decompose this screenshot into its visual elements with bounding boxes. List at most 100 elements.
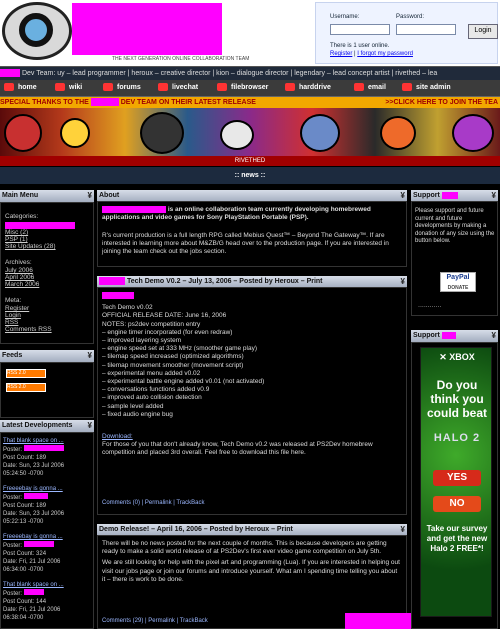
character-art xyxy=(452,114,494,152)
ad-yes-button[interactable]: YES xyxy=(433,470,481,486)
register-link[interactable]: Register xyxy=(330,51,352,57)
rss-feed-button[interactable]: RSS 2.0 xyxy=(6,369,46,378)
admin-icon xyxy=(402,83,412,92)
nav-livechat[interactable]: livechat xyxy=(158,82,198,94)
latest-link[interactable]: That blank space on ... xyxy=(3,437,93,445)
rss-feed-button[interactable]: RSS 2.0 xyxy=(6,383,46,392)
list-item: That blank space on ... Poster: Post Cou… xyxy=(3,581,93,622)
archive-link[interactable]: April 2006 xyxy=(5,274,34,281)
redacted-mark xyxy=(441,191,458,199)
category-link[interactable]: Site Updates (28) xyxy=(5,243,56,250)
post-footer-links[interactable]: Comments (29) | Permalink | TrackBack xyxy=(102,618,208,624)
nav-wiki[interactable]: wiki xyxy=(55,82,82,94)
meta-link[interactable]: Login xyxy=(5,312,21,319)
post-content: There will be no news posted for the nex… xyxy=(102,540,400,583)
password-label: Password: xyxy=(396,14,425,20)
support-header: Support ¥ xyxy=(411,330,498,342)
collapse-icon[interactable]: ¥ xyxy=(88,420,92,432)
halo-logo: HALO 2 xyxy=(433,432,481,444)
list-item: Freeeebay is gonna ... Poster: Post Coun… xyxy=(3,485,93,526)
ad-no-button[interactable]: NO xyxy=(433,496,481,512)
support-text: Please support and future current and fu… xyxy=(415,208,495,244)
dev-team-list: uy – lead programmer | heroux – creative… xyxy=(57,70,438,77)
collapse-icon[interactable]: ¥ xyxy=(492,330,496,342)
list-item: That blank space on ... Poster: Post Cou… xyxy=(3,437,93,478)
livechat-icon xyxy=(158,83,168,92)
latest-panel: That blank space on ... Poster: Post Cou… xyxy=(0,432,94,629)
main-menu-header: Main Menu ¥ xyxy=(0,190,94,202)
redacted-mark xyxy=(99,277,125,286)
character-art xyxy=(300,114,340,152)
harddrive-icon xyxy=(285,83,295,92)
feeds-header: Feeds ¥ xyxy=(0,350,94,362)
about-panel: is an online collaboration team currentl… xyxy=(97,201,407,267)
character-art xyxy=(4,114,42,152)
latest-link[interactable]: That blank space on ... xyxy=(3,581,93,589)
redacted-logo-banner xyxy=(72,3,222,55)
username-input[interactable] xyxy=(330,24,390,35)
latest-link[interactable]: Freeeebay is gonna ... xyxy=(3,533,93,541)
xbox-advertisement[interactable]: ✕ XBOX Do you think you could beat HALO … xyxy=(420,347,492,617)
collapse-icon[interactable]: ¥ xyxy=(88,190,92,202)
login-links: Register | I forgot my password xyxy=(330,51,413,57)
nav-site-admin[interactable]: site admin xyxy=(402,82,451,94)
post-content: Tech Demo v0.02 OFFICIAL RELEASE DATE: J… xyxy=(102,292,402,458)
archives-label: Archives: xyxy=(5,259,32,266)
main-menu-panel: Categories: Misc (2) PSP (1) Site Update… xyxy=(0,202,94,344)
filebrowser-icon xyxy=(217,83,227,92)
join-team-link[interactable]: >>CLICK HERE TO JOIN THE TEA xyxy=(385,97,498,108)
dev-team-label: Dev Team: xyxy=(21,70,56,77)
login-box: Username: Password: Login There is 1 use… xyxy=(315,2,498,64)
support-panel: Please support and future current and fu… xyxy=(411,201,498,316)
password-input[interactable] xyxy=(396,24,456,35)
latest-link[interactable]: Freeeebay is gonna ... xyxy=(3,485,93,493)
ad-question: Do you think you could beat xyxy=(426,378,487,420)
list-item: Freeeebay is gonna ... Poster: Post Coun… xyxy=(3,533,93,574)
category-link[interactable]: PSP (1) xyxy=(5,236,28,243)
banner-caption: RIVETHED xyxy=(0,156,500,166)
thanks-banner: SPECIAL THANKS TO THE DEV TEAM ON THEIR … xyxy=(0,97,500,108)
ad-panel: ✕ XBOX Do you think you could beat HALO … xyxy=(411,342,498,629)
nav-harddrive[interactable]: harddrive xyxy=(285,82,331,94)
paypal-donate-button[interactable]: PayPal DONATE xyxy=(440,272,476,292)
ad-call-to-action: Take our survey and get the new Halo 2 F… xyxy=(426,524,488,553)
meta-link[interactable]: Register xyxy=(5,305,29,312)
post-footer-links[interactable]: Comments (0) | Permalink | TrackBack xyxy=(102,500,204,506)
site-logo[interactable] xyxy=(2,2,72,60)
feeds-panel: RSS 2.0 RSS 2.0 xyxy=(0,362,94,418)
forums-icon xyxy=(103,83,113,92)
character-art xyxy=(220,120,254,150)
xbox-logo: ✕ XBOX xyxy=(439,352,475,362)
meta-link[interactable]: Comments RSS xyxy=(5,326,52,333)
latest-header: Latest Developments ¥ xyxy=(0,420,94,432)
archive-link[interactable]: March 2006 xyxy=(5,281,39,288)
post-paragraph: For those of you that don't already know… xyxy=(102,441,373,457)
nav-home[interactable]: home xyxy=(4,82,37,94)
categories-label: Categories: xyxy=(5,213,39,220)
redacted-mark xyxy=(90,98,119,107)
character-art xyxy=(140,112,184,154)
meta-link[interactable]: RSS xyxy=(5,319,18,326)
wiki-icon xyxy=(55,83,65,92)
main-nav: home wiki forums livechat filebrowser ha… xyxy=(0,80,500,97)
about-lead: is an online collaboration team currentl… xyxy=(102,206,371,222)
nav-forums[interactable]: forums xyxy=(103,82,141,94)
about-body-text: R's current production is a full length … xyxy=(102,232,389,255)
forgot-password-link[interactable]: I forgot my password xyxy=(357,51,413,57)
login-button[interactable]: Login xyxy=(468,24,498,39)
download-link[interactable]: Download: xyxy=(102,433,402,441)
site-header: THE NEXT GENERATION ONLINE COLLABORATION… xyxy=(0,0,500,66)
category-link[interactable]: Misc (2) xyxy=(5,229,28,236)
home-icon xyxy=(4,83,14,92)
username-label: Username: xyxy=(330,14,360,20)
nav-filebrowser[interactable]: filebrowser xyxy=(217,82,268,94)
email-icon xyxy=(354,83,364,92)
archive-link[interactable]: July 2006 xyxy=(5,267,33,274)
post-panel: Tech Demo v0.02 OFFICIAL RELEASE DATE: J… xyxy=(97,287,407,515)
meta-label: Meta: xyxy=(5,297,22,304)
nav-email[interactable]: email xyxy=(354,82,386,94)
news-heading: :: news :: xyxy=(0,167,500,184)
online-status: There is 1 user online. xyxy=(330,43,390,49)
collapse-icon[interactable]: ¥ xyxy=(88,350,92,362)
dev-team-bar: Dev Team: uy – lead programmer | heroux … xyxy=(0,66,500,81)
